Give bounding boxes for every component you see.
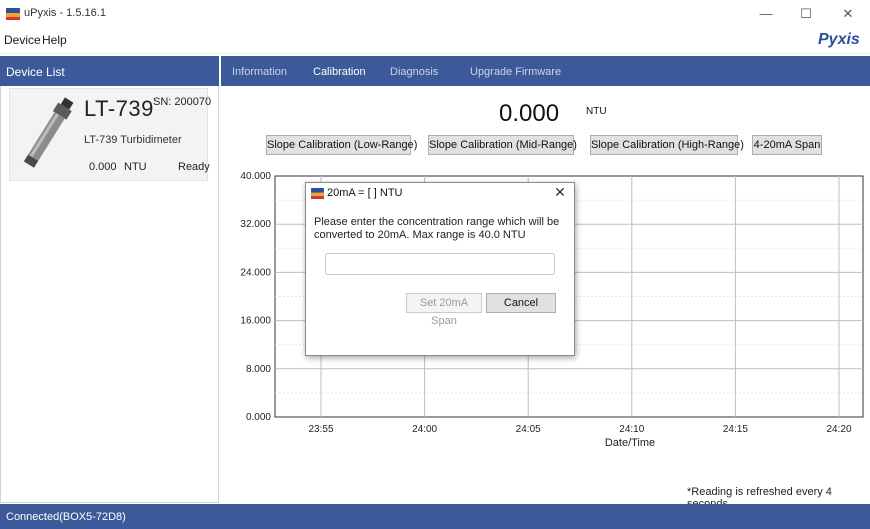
device-reading: 0.000: [89, 161, 117, 173]
x-tick-label: 24:20: [826, 424, 851, 435]
slope-calibration-high-button[interactable]: Slope Calibration (High-Range): [590, 135, 744, 155]
span-value-input[interactable]: [325, 253, 555, 275]
span-4-20ma-button[interactable]: 4-20mA Span: [752, 135, 822, 155]
menu-device[interactable]: Device: [4, 33, 41, 47]
x-tick-label: 24:00: [412, 424, 437, 435]
window-title: uPyxis - 1.5.16.1: [24, 7, 106, 19]
slope-calibration-low-button[interactable]: Slope Calibration (Low-Range): [266, 135, 417, 155]
connection-status: Connected(BOX5-72D8): [6, 511, 126, 523]
device-reading-unit: NTU: [124, 161, 147, 173]
maximize-button[interactable]: ☐: [786, 4, 826, 24]
y-tick-label: 16.000: [240, 316, 271, 327]
x-tick-label: 24:10: [619, 424, 644, 435]
current-reading-value: 0.000: [499, 100, 560, 127]
menu-help[interactable]: Help: [42, 33, 67, 47]
tab-diagnosis[interactable]: Diagnosis: [390, 66, 438, 78]
app-logo-icon: [6, 8, 20, 20]
device-name: LT-739: [84, 96, 154, 121]
device-status: Ready: [178, 161, 210, 173]
y-tick-label: 0.000: [246, 412, 271, 423]
set-20ma-span-button[interactable]: Set 20mA Span: [406, 293, 482, 327]
y-tick-label: 32.000: [240, 219, 271, 230]
tab-calibration[interactable]: Calibration: [313, 66, 366, 78]
y-tick-label: 8.000: [246, 364, 271, 375]
status-bar: [0, 504, 870, 529]
x-tick-label: 23:55: [308, 424, 333, 435]
device-model: LT-739 Turbidimeter: [84, 134, 182, 146]
close-window-button[interactable]: ✕: [828, 4, 868, 24]
device-serial-number: SN: 200070: [153, 96, 212, 108]
y-tick-label: 24.000: [240, 267, 271, 278]
slope-calibration-mid-button[interactable]: Slope Calibration (Mid-Range): [428, 135, 577, 155]
turbidity-probe-icon: [23, 97, 74, 168]
app-logo-icon: [311, 188, 324, 199]
dialog-title: 20mA = [ ] NTU: [327, 187, 403, 199]
brand-logo: Pyxis: [818, 31, 860, 48]
device-list-title: Device List: [6, 65, 65, 79]
minimize-button[interactable]: —: [746, 4, 786, 24]
x-tick-label: 24:05: [516, 424, 541, 435]
current-reading-unit: NTU: [586, 106, 607, 117]
tab-information[interactable]: Information: [232, 66, 287, 78]
dialog-close-icon[interactable]: ✕: [551, 184, 569, 201]
cancel-button[interactable]: Cancel: [486, 293, 556, 313]
tab-upgrade-firmware[interactable]: Upgrade Firmware: [470, 66, 561, 78]
menu-bar: [0, 28, 870, 54]
y-tick-label: 40.000: [240, 171, 271, 182]
x-axis-label: Date/Time: [605, 437, 655, 449]
x-tick-label: 24:15: [723, 424, 748, 435]
dialog-message: Please enter the concentration range whi…: [314, 216, 560, 241]
title-bar: [0, 0, 870, 28]
